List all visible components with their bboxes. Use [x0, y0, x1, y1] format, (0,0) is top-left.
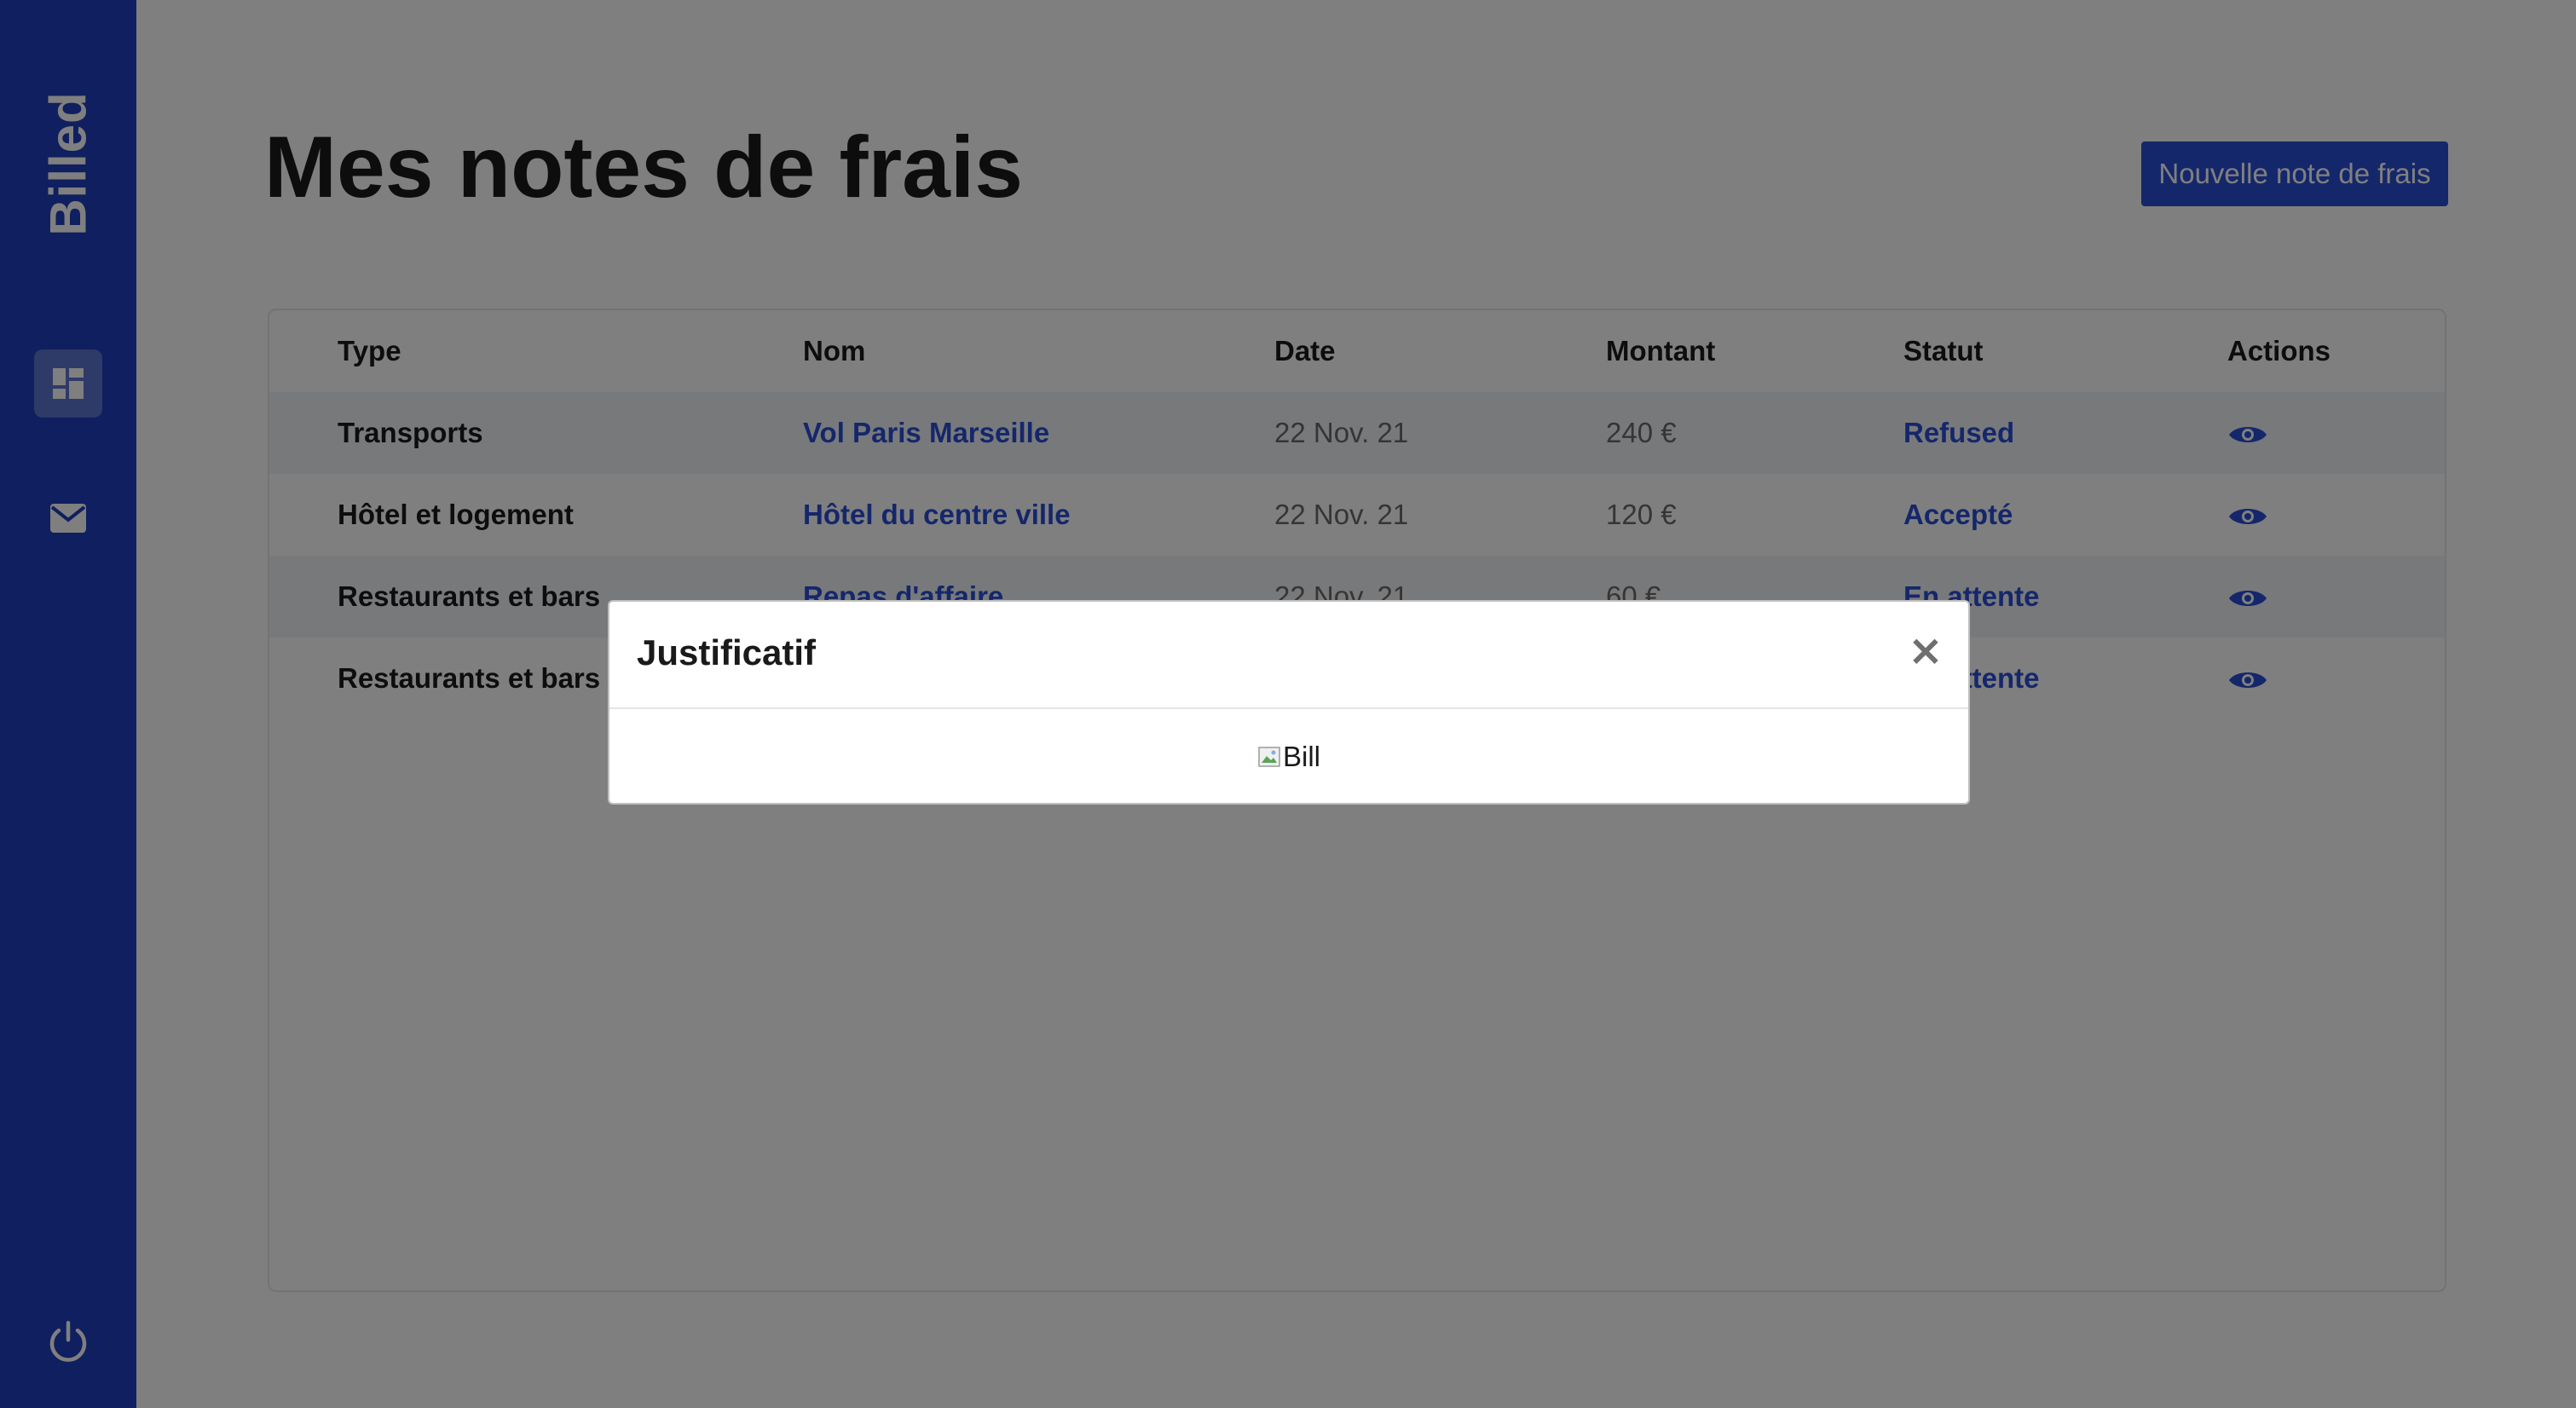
receipt-modal: Justificatif × Bill	[608, 600, 1970, 805]
bill-image: Bill	[1257, 741, 1320, 773]
modal-body: Bill	[609, 709, 1968, 805]
close-button[interactable]: ×	[1902, 626, 1949, 674]
modal-title: Justificatif	[637, 632, 817, 672]
broken-image-icon	[1258, 747, 1280, 767]
modal-header: Justificatif ×	[609, 602, 1968, 709]
bill-image-alt: Bill	[1282, 741, 1320, 772]
